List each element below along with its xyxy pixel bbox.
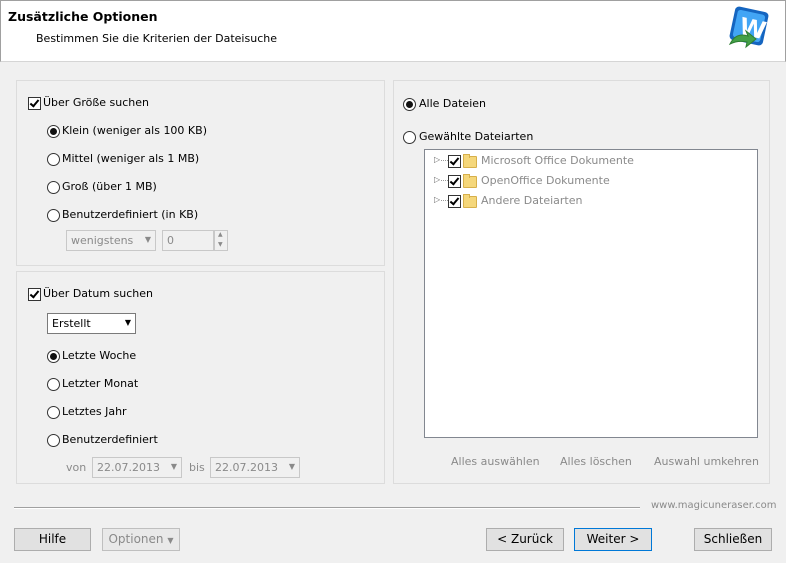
options-button[interactable]: Optionen ▼ [102,528,180,551]
size-custom-label[interactable]: Benutzerdefiniert (in KB) [62,208,198,221]
date-custom-label[interactable]: Benutzerdefiniert [62,433,158,446]
expand-arrow-icon[interactable]: ▷ [434,195,440,204]
expand-arrow-icon[interactable]: ▷ [434,155,440,164]
date-to-picker[interactable]: 22.07.2013 ▼ [210,457,300,478]
folder-icon [463,174,477,188]
date-last-week-label[interactable]: Letzte Woche [62,349,136,362]
size-mode-select[interactable]: wenigstens ▼ [66,230,156,251]
back-button[interactable]: < Zurück [486,528,564,551]
selected-types-label[interactable]: Gewählte Dateiarten [419,130,533,143]
tree-connector [441,160,448,161]
tree-item-label: Andere Dateiarten [481,194,583,207]
size-filter-checkbox[interactable] [28,97,41,110]
date-type-value: Erstellt [52,317,91,330]
chevron-down-icon: ▼ [167,536,174,545]
chevron-down-icon: ▼ [170,462,177,471]
tree-item-label: OpenOffice Dokumente [481,174,610,187]
folder-icon [463,194,477,208]
date-last-month-label[interactable]: Letzter Monat [62,377,138,390]
size-medium-label[interactable]: Mittel (weniger als 1 MB) [62,152,199,165]
tree-connector [441,180,448,181]
spin-down-icon[interactable]: ▼ [218,241,223,248]
tree-item-openoffice[interactable]: ▷ OpenOffice Dokumente [425,172,755,190]
options-button-label: Optionen [108,532,164,546]
all-files-label[interactable]: Alle Dateien [419,97,486,110]
chevron-down-icon: ▼ [288,462,295,471]
invert-selection-button[interactable]: Auswahl umkehren [654,455,759,468]
help-button[interactable]: Hilfe [14,528,91,551]
expand-arrow-icon[interactable]: ▷ [434,175,440,184]
chevron-down-icon: ▼ [124,318,131,327]
size-large-radio[interactable] [47,181,60,194]
date-filter-checkbox[interactable] [28,288,41,301]
size-value: 0 [167,234,174,247]
size-small-label[interactable]: Klein (weniger als 100 KB) [62,124,207,137]
next-button[interactable]: Weiter > [574,528,652,551]
tree-item-ms-office[interactable]: ▷ Microsoft Office Dokumente [425,152,755,170]
tree-checkbox[interactable] [448,155,461,168]
date-last-week-radio[interactable] [47,350,60,363]
chevron-down-icon: ▼ [144,235,151,244]
date-type-select[interactable]: Erstellt ▼ [47,313,136,334]
date-last-year-label[interactable]: Letztes Jahr [62,405,127,418]
spin-up-icon[interactable]: ▲ [218,231,223,238]
all-files-radio[interactable] [403,98,416,111]
tree-checkbox[interactable] [448,175,461,188]
close-button[interactable]: Schließen [694,528,772,551]
size-large-label[interactable]: Groß (über 1 MB) [62,180,157,193]
website-label: www.magicuneraser.com [651,500,777,511]
page-title: Zusätzliche Optionen [8,9,158,24]
selected-types-radio[interactable] [403,131,416,144]
date-to-value: 22.07.2013 [215,461,278,474]
date-last-month-radio[interactable] [47,378,60,391]
magic-uneraser-logo-icon: W [728,6,769,49]
footer-divider [14,507,640,509]
select-all-button[interactable]: Alles auswählen [451,455,540,468]
size-custom-radio[interactable] [47,209,60,222]
size-mode-value: wenigstens [71,234,134,247]
size-small-radio[interactable] [47,125,60,138]
size-value-spinner[interactable]: ▲ ▼ [214,230,228,251]
page-subtitle: Bestimmen Sie die Kriterien der Dateisuc… [36,32,277,45]
clear-all-button[interactable]: Alles löschen [560,455,632,468]
size-value-input[interactable]: 0 [162,230,214,251]
tree-item-other[interactable]: ▷ Andere Dateiarten [425,192,755,210]
size-medium-radio[interactable] [47,153,60,166]
tree-connector [441,200,448,201]
date-from-value: 22.07.2013 [97,461,160,474]
date-from-label: von [66,461,87,474]
date-filter-label[interactable]: Über Datum suchen [43,287,153,300]
date-to-label: bis [189,461,205,474]
folder-icon [463,154,477,168]
date-from-picker[interactable]: 22.07.2013 ▼ [92,457,182,478]
date-custom-radio[interactable] [47,434,60,447]
date-last-year-radio[interactable] [47,406,60,419]
size-filter-label[interactable]: Über Größe suchen [43,96,149,109]
tree-item-label: Microsoft Office Dokumente [481,154,634,167]
file-types-tree[interactable]: ▷ Microsoft Office Dokumente ▷ OpenOffic… [424,149,758,438]
tree-checkbox[interactable] [448,195,461,208]
